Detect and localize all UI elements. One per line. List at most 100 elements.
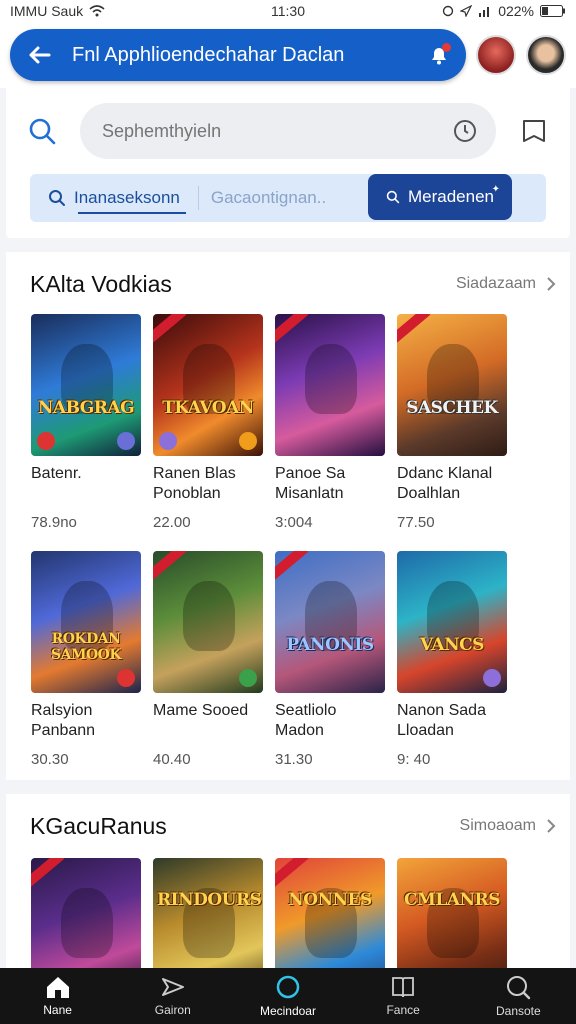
search-icon (49, 190, 65, 206)
battery-percent: 022% (498, 3, 534, 19)
carrier-label: IMMU Sauk (10, 3, 84, 19)
section-title: KAlta Vodkias (30, 270, 172, 297)
game-name: Mame Sooed (153, 702, 249, 719)
section-header: KGacuRanus Simoaoam (6, 810, 570, 842)
game-price: 9: 40 (397, 751, 431, 768)
status-left: IMMU Sauk (10, 3, 105, 19)
bookmark-icon (523, 120, 545, 142)
chevron-right-icon (547, 277, 556, 291)
circle-icon (276, 975, 300, 999)
game-card[interactable]: VANCS Nanon Sada Lloadan 9: 40 (397, 551, 507, 768)
game-cover: VANCS (397, 551, 507, 693)
tab-segment-1-label: Inanaseksonn (74, 188, 180, 207)
game-card[interactable]: NABGRAG Batenr. 78.9no (31, 314, 141, 531)
cover-title: RINDOURS (157, 890, 262, 910)
search-icon (29, 118, 56, 145)
search-input[interactable] (102, 120, 452, 142)
badge-icon (239, 669, 257, 687)
search-row (6, 102, 570, 160)
badge-icon (117, 432, 135, 450)
notification-dot (442, 43, 451, 52)
battery-icon (540, 5, 565, 17)
cover-title: NABGRAG (37, 398, 135, 418)
game-card[interactable]: SASCHEK Ddanc Klanal Doalhlan 77.50 (397, 314, 507, 531)
segmented-control: Inanaseksonn Gacaontignan.. Meradenen ✦ (30, 174, 546, 222)
game-cover (275, 314, 385, 456)
game-name: Ralsyion Panbann (31, 702, 96, 739)
search-field[interactable] (80, 103, 496, 159)
chevron-right-icon (547, 819, 556, 833)
nav-item-search[interactable]: Dansote (468, 974, 568, 1018)
game-price: 30.30 (31, 751, 69, 768)
nav-item-home[interactable]: Nane (8, 975, 108, 1017)
section-featured: KAlta Vodkias Siadazaam NABGRAG Batenr. … (6, 252, 570, 780)
cover-title: SASCHEK (406, 398, 498, 418)
book-icon (392, 977, 415, 998)
clock-icon[interactable] (452, 118, 478, 144)
bottom-nav: Nane Gairon Mecindoar Fance Dansote (0, 968, 576, 1024)
game-cover: TKAVOAN (153, 314, 263, 456)
nav-item-send[interactable]: Gairon (123, 975, 223, 1017)
cover-title: NONNES (288, 890, 372, 910)
notifications-button[interactable] (424, 40, 454, 70)
nav-item-library[interactable]: Fance (353, 975, 453, 1017)
profile-avatar[interactable] (526, 35, 566, 75)
game-cover: ROKDAN SAMOOK (31, 551, 141, 693)
tab-segment-3[interactable]: Meradenen ✦ (368, 174, 512, 220)
back-button[interactable] (24, 40, 54, 70)
location-icon (460, 5, 473, 17)
bookmark-button[interactable] (518, 115, 550, 147)
tab-segment-2-label: Gacaontignan.. (210, 188, 327, 207)
game-price: 78.9no (31, 514, 77, 531)
arrow-left-icon (29, 46, 51, 64)
section-header: KAlta Vodkias Siadazaam (6, 268, 570, 300)
nav-label: Dansote (495, 1004, 541, 1018)
nav-item-discover[interactable]: Mecindoar (238, 974, 338, 1018)
alarm-icon (442, 5, 454, 17)
game-cover: NABGRAG (31, 314, 141, 456)
game-price: 31.30 (275, 751, 313, 768)
tab-segment-2[interactable]: Gacaontignan.. (197, 186, 344, 210)
game-card[interactable]: Panoe Sa Misanlatn 3:004 (275, 314, 385, 531)
tab-segment-1[interactable]: Inanaseksonn (30, 174, 198, 222)
game-name: Panoe Sa Misanlatn (275, 465, 346, 502)
status-bar: IMMU Sauk 11:30 022% (0, 0, 576, 22)
game-card[interactable]: ROKDAN SAMOOK Ralsyion Panbann 30.30 (31, 551, 141, 768)
avatar[interactable] (476, 35, 516, 75)
game-card[interactable]: PANONIS Seatliolo Madon 31.30 (275, 551, 385, 768)
game-name: Nanon Sada Lloadan (397, 702, 486, 739)
cover-title: ROKDAN SAMOOK (50, 631, 122, 663)
status-right: 022% (442, 3, 566, 19)
game-grid: ROKDAN SAMOOK Ralsyion Panbann 30.30 Mam… (6, 551, 570, 768)
game-cover: SASCHEK (397, 314, 507, 456)
cover-title: CMLANRS (404, 890, 500, 910)
game-name: Ranen Blas Ponoblan (153, 465, 236, 502)
sparkle-icon: ✦ (491, 184, 500, 195)
top-bar: Fnl Apphlioendechahar Daclan (0, 22, 576, 88)
see-all-link[interactable]: Siadazaam (456, 275, 556, 293)
see-all-link[interactable]: Simoaoam (460, 817, 556, 835)
signal-icon (479, 7, 490, 17)
page-title: Fnl Apphlioendechahar Daclan (72, 43, 345, 66)
game-name: Seatliolo Madon (275, 702, 337, 739)
nav-label: Nane (43, 1003, 72, 1017)
game-card[interactable]: TKAVOAN Ranen Blas Ponoblan 22.00 (153, 314, 263, 531)
see-all-label: Simoaoam (459, 817, 536, 834)
search-card: Inanaseksonn Gacaontignan.. Meradenen ✦ (6, 88, 570, 238)
title-pill: Fnl Apphlioendechahar Daclan (10, 29, 466, 81)
section-title: KGacuRanus (30, 812, 167, 839)
wifi-icon (89, 5, 105, 17)
nav-label: Fance (386, 1003, 420, 1017)
game-price: 22.00 (153, 514, 191, 531)
cover-title: PANONIS (286, 635, 374, 655)
search-button[interactable] (26, 115, 58, 147)
nav-label: Mecindoar (259, 1004, 316, 1018)
game-price: 3:004 (275, 514, 313, 531)
active-tab-underline (78, 212, 186, 214)
game-grid: NABGRAG Batenr. 78.9no TKAVOAN Ranen Bla… (6, 314, 570, 531)
badge-icon (239, 432, 257, 450)
search-icon (507, 976, 531, 1000)
game-card[interactable]: Mame Sooed 40.40 (153, 551, 263, 768)
nav-label: Gairon (154, 1003, 191, 1017)
game-cover (153, 551, 263, 693)
